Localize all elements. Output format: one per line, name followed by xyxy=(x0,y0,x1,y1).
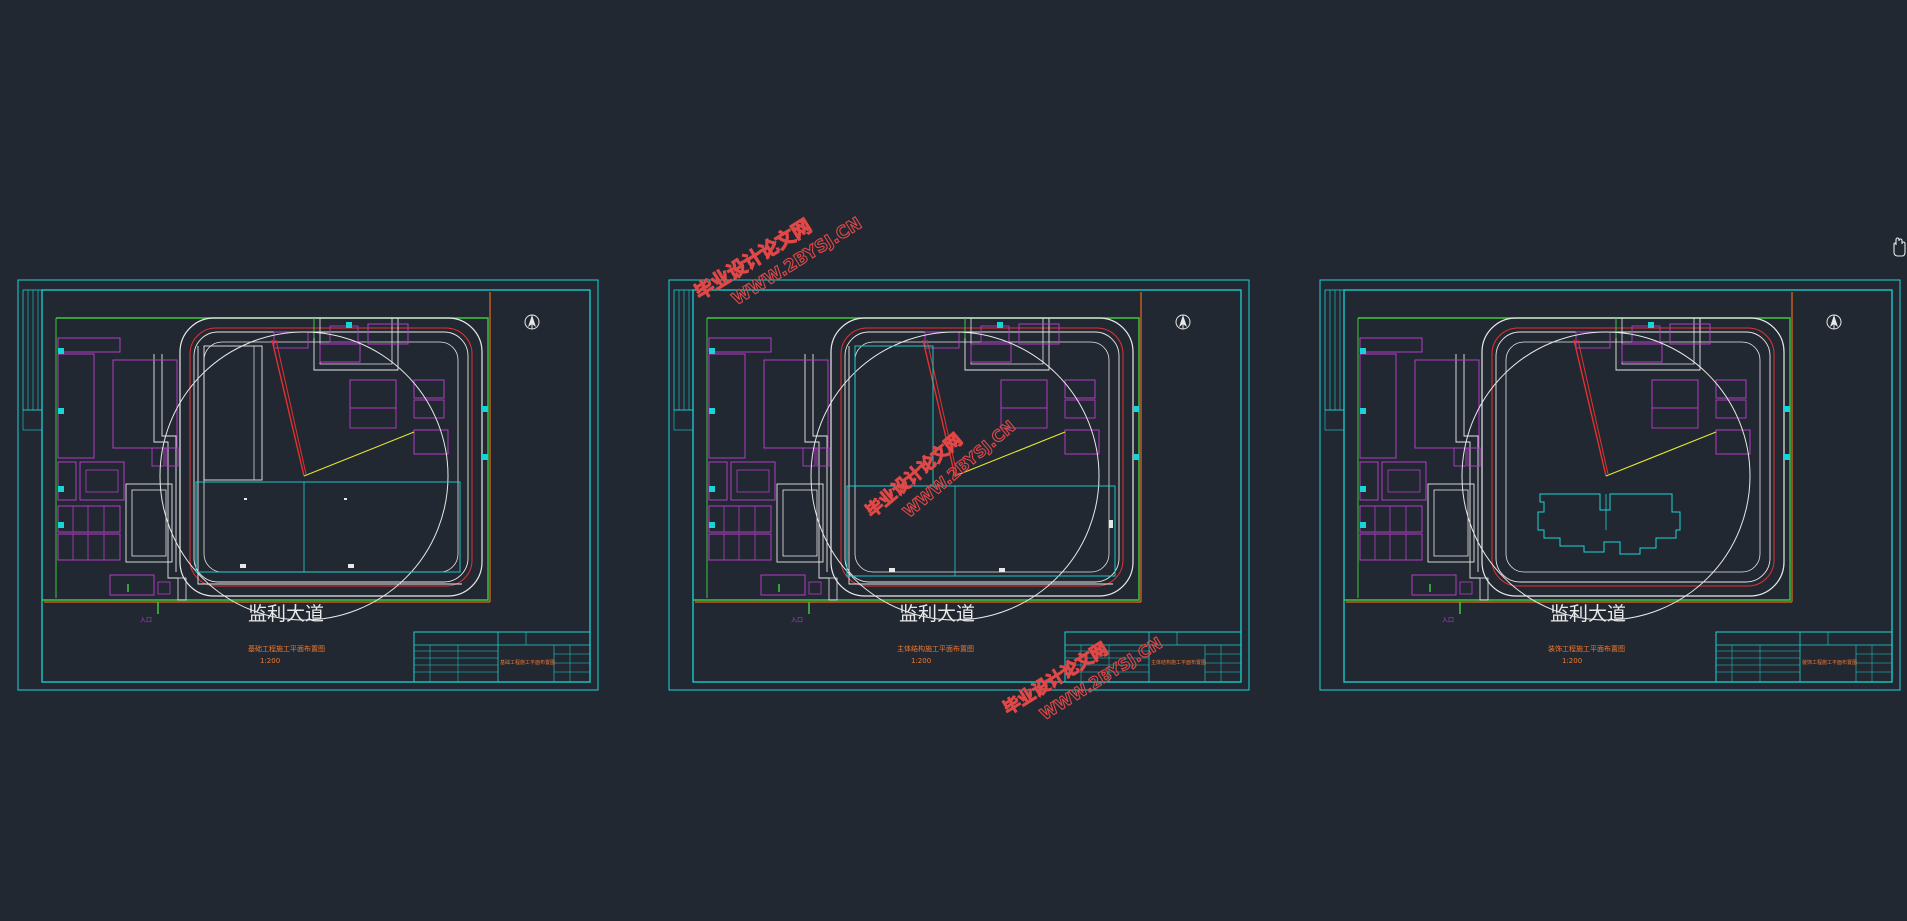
watermark-top: 毕业设计论文网 WWW.2BYSJ.CN xyxy=(690,213,866,310)
hand-cursor-icon xyxy=(1893,237,1906,257)
title-block-title: 基础工程施工平面布置图 xyxy=(500,659,555,666)
sheet-scale: 1:200 xyxy=(260,657,280,665)
watermark-middle: 毕业设计论文网 WWW.2BYSJ.CN xyxy=(861,416,1019,522)
sheet-scale: 1:200 xyxy=(911,657,931,665)
title-block-title: 主体结构施工平面布置图 xyxy=(1151,659,1206,666)
gate-label: 入口 xyxy=(140,617,152,624)
gate-label: 入口 xyxy=(791,617,803,624)
sheet-title: 基础工程施工平面布置图 xyxy=(248,644,325,653)
drawing-sheet-3[interactable]: 监利大道 装饰工程施工平面布置图 1:200 装饰工程施工平面布置图 入口 xyxy=(1319,279,1901,691)
sheet-title: 装饰工程施工平面布置图 xyxy=(1548,644,1625,653)
road-name-label: 监利大道 xyxy=(248,603,324,625)
road-name-label: 监利大道 xyxy=(1550,603,1626,625)
sheet-title: 主体结构施工平面布置图 xyxy=(897,644,974,653)
gate-label: 入口 xyxy=(1442,617,1454,624)
drawing-sheet-2[interactable]: 监利大道 主体结构施工平面布置图 1:200 主体结构施工平面布置图 入口 xyxy=(668,279,1250,691)
watermark-bottom: 毕业设计论文网 WWW.2BYSJ.CN xyxy=(999,633,1166,725)
road-name-label: 监利大道 xyxy=(899,603,975,625)
title-block-title: 装饰工程施工平面布置图 xyxy=(1802,659,1857,666)
cad-drawing-canvas[interactable]: 监利大道 基础工程施工平面布置图 1:200 基础工程施工平面布置图 入口 监利… xyxy=(0,0,1907,921)
drawing-sheet-1[interactable]: 监利大道 基础工程施工平面布置图 1:200 基础工程施工平面布置图 入口 xyxy=(17,279,599,691)
sheet-scale: 1:200 xyxy=(1562,657,1582,665)
